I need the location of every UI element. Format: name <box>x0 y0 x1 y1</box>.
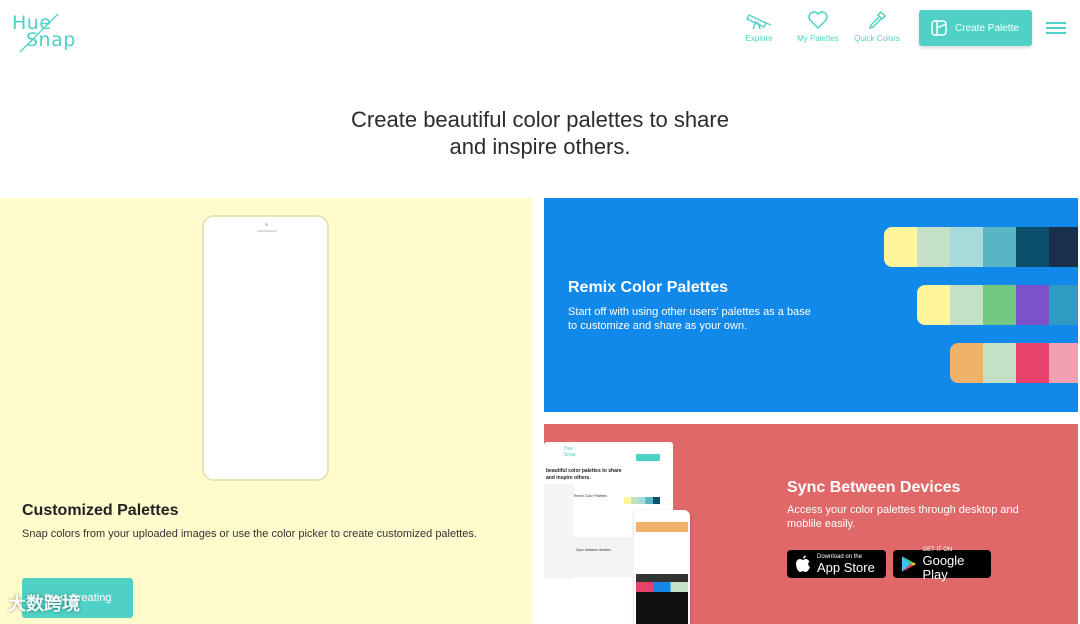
color-swatch <box>983 343 1016 383</box>
logo[interactable]: Hue Snap <box>12 12 78 58</box>
mock-hero: beautiful color palettes to share and ins… <box>546 468 622 481</box>
eyedropper-icon <box>868 10 887 30</box>
remix-title: Remix Color Palettes <box>568 279 729 296</box>
hamburger-menu-icon[interactable] <box>1046 22 1066 36</box>
mobile-mockup <box>634 510 690 624</box>
nav-my-palettes[interactable]: My Palettes <box>786 10 850 43</box>
app-store-button[interactable]: Download on the App Store <box>787 550 886 578</box>
google-play-big-text: Google Play <box>922 552 965 582</box>
mock-phone-image <box>636 532 688 574</box>
nav-quick-colors[interactable]: Quick Colors <box>845 10 909 43</box>
mock-sync-panel <box>574 537 632 577</box>
mock-remix-title: Remix Color Palettes <box>574 494 607 498</box>
customized-palettes-title: Customized Palettes <box>22 502 179 519</box>
palette-icon <box>931 20 947 36</box>
mock-create-button <box>636 454 660 461</box>
hero-line-2: and inspire others. <box>449 134 631 159</box>
mock-palette <box>624 497 660 504</box>
google-play-button[interactable]: GET IT ON Google Play <box>893 547 991 581</box>
color-swatch <box>884 227 917 267</box>
watermark: 大数跨境 <box>8 594 80 614</box>
sync-text-line-2: moblile easily. <box>787 518 856 530</box>
create-palette-button[interactable]: Create Palette <box>919 10 1032 46</box>
mock-phone-palette <box>636 582 688 592</box>
color-swatch <box>917 285 950 325</box>
nav-quick-colors-label: Quick Colors <box>854 34 900 43</box>
create-palette-label: Create Palette <box>955 22 1019 34</box>
phone-mockup <box>202 215 329 481</box>
sync-title: Sync Between Devices <box>787 479 961 496</box>
color-swatch <box>1049 285 1078 325</box>
color-swatch <box>950 343 983 383</box>
google-play-icon <box>901 556 917 572</box>
color-swatch <box>1016 285 1049 325</box>
color-swatch <box>950 285 983 325</box>
color-swatch <box>1049 227 1078 267</box>
color-swatch <box>917 227 950 267</box>
customized-palettes-text: Snap colors from your uploaded images or… <box>22 528 477 540</box>
hero-heading: Create beautiful color palettes to share… <box>0 106 1080 160</box>
mock-phone-header <box>636 522 688 532</box>
nav-my-palettes-label: My Palettes <box>797 34 839 43</box>
phone-camera <box>265 223 268 226</box>
color-swatch <box>950 227 983 267</box>
apple-icon <box>796 555 810 572</box>
color-swatch <box>1016 343 1049 383</box>
top-bar: Hue Snap Explore My Palettes Quick Color… <box>0 0 1080 80</box>
remix-text-line-1: Start off with using other users' palett… <box>568 306 811 318</box>
heart-icon <box>808 11 828 30</box>
phone-speaker <box>257 230 277 232</box>
nav-explore-label: Explore <box>745 34 773 43</box>
sync-text-line-1: Access your color palettes through deskt… <box>787 504 1019 516</box>
color-swatch <box>983 227 1016 267</box>
palette-row-2 <box>917 285 1078 325</box>
app-store-big-text: App Store <box>817 559 875 575</box>
telescope-icon <box>746 14 772 30</box>
mock-sync-title: Sync between devices <box>576 548 611 552</box>
logo-slash-icon <box>19 13 59 53</box>
color-swatch <box>1016 227 1049 267</box>
mock-logo: Hue Snap <box>564 446 576 458</box>
remix-text-line-2: to customize and share as your own. <box>568 320 748 332</box>
mock-left-panel <box>544 484 574 579</box>
color-swatch <box>1049 343 1078 383</box>
nav-explore[interactable]: Explore <box>727 10 791 43</box>
sync-devices-card: Hue Snap beautiful color palettes to shar… <box>544 424 1078 624</box>
color-swatch <box>983 285 1016 325</box>
palette-row-1 <box>884 227 1078 267</box>
hero-line-1: Create beautiful color palettes to share <box>351 107 729 132</box>
palette-row-3 <box>950 343 1078 383</box>
remix-palettes-card: Remix Color Palettes Start off with usin… <box>544 198 1078 412</box>
